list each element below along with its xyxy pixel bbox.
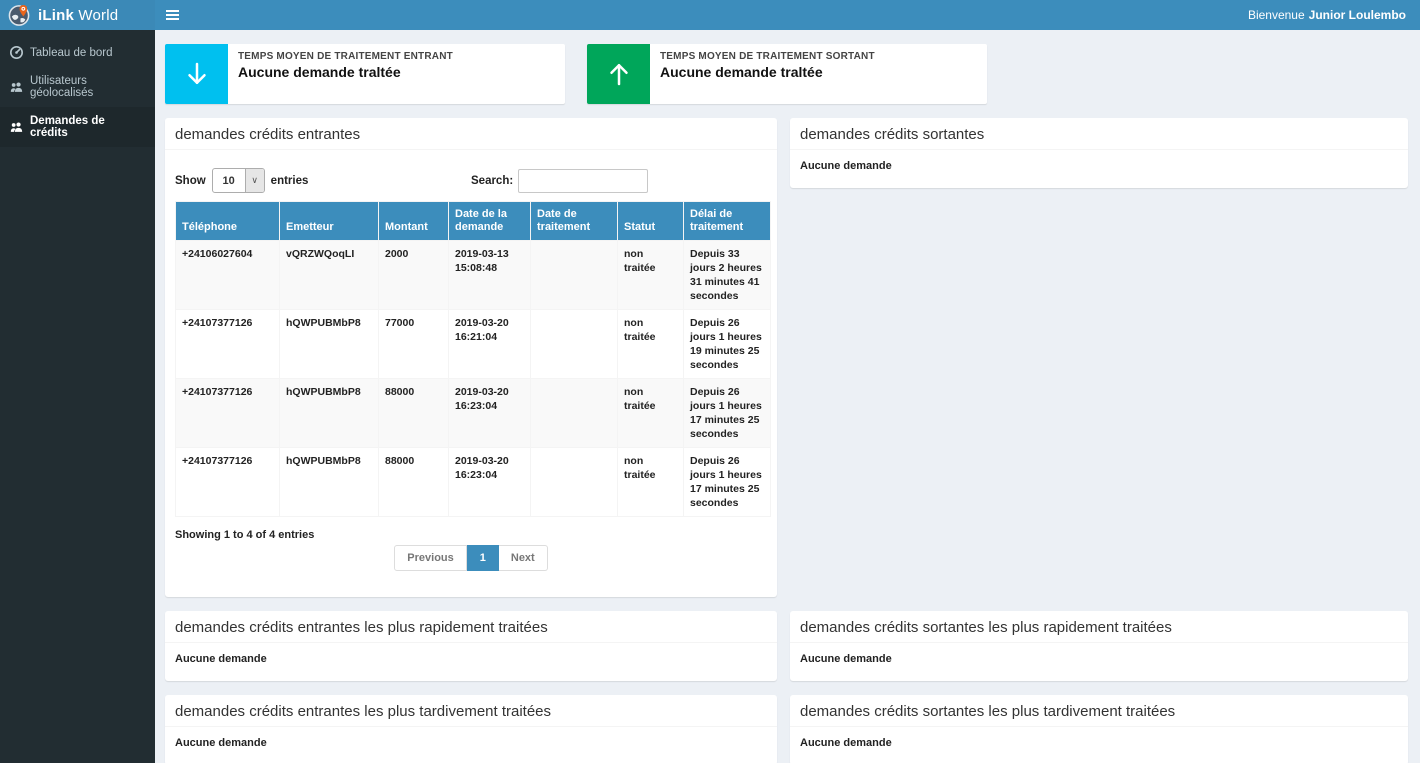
cell-statut: non traitée	[618, 448, 684, 517]
cell-date-demande: 2019-03-20 16:21:04	[449, 310, 531, 379]
cell-delai: Depuis 26 jours 1 heures 17 minutes 25 s…	[684, 448, 771, 517]
cell-emetteur: hQWPUBMbP8	[280, 448, 379, 517]
cell-telephone: +24106027604	[176, 241, 280, 310]
table-row: +24106027604 vQRZWQoqLI 2000 2019-03-13 …	[176, 241, 771, 310]
cell-montant: 88000	[379, 379, 449, 448]
sidebar-item-tableau-de-bord[interactable]: Tableau de bord	[0, 38, 155, 67]
cell-date-demande: 2019-03-20 16:23:04	[449, 379, 531, 448]
arrow-up-icon	[587, 44, 650, 104]
search-label: Search:	[471, 175, 513, 187]
show-label: Show	[175, 175, 206, 187]
pagination: Previous 1 Next	[175, 545, 767, 571]
table-row: +24107377126 hQWPUBMbP8 77000 2019-03-20…	[176, 310, 771, 379]
cell-telephone: +24107377126	[176, 379, 280, 448]
search-input[interactable]	[518, 169, 648, 193]
cell-montant: 88000	[379, 448, 449, 517]
top-navbar: iLink World BienvenueJunior Loulembo	[0, 0, 1420, 30]
cell-telephone: +24107377126	[176, 448, 280, 517]
column-header-delai[interactable]: Délai de traitement	[684, 202, 771, 241]
table-row: +24107377126 hQWPUBMbP8 88000 2019-03-20…	[176, 448, 771, 517]
cell-emetteur: hQWPUBMbP8	[280, 310, 379, 379]
app-title: iLink World	[38, 7, 118, 24]
sidebar-item-label: Utilisateurs géolocalisés	[30, 75, 145, 99]
stat-label: TEMPS MOYEN DE TRAITEMENT SORTANT	[660, 51, 875, 62]
users-icon	[10, 121, 23, 133]
sidebar-toggle-icon[interactable]	[155, 0, 189, 30]
panel-title: demandes crédits sortantes les plus tard…	[790, 695, 1408, 727]
sidebar-item-label: Demandes de crédits	[30, 115, 145, 139]
sidebar-item-label: Tableau de bord	[30, 47, 112, 59]
table-header-row: Téléphone Emetteur Montant Date de la de…	[176, 202, 771, 241]
panel-entrantes-tardivement: demandes crédits entrantes les plus tard…	[165, 695, 777, 763]
cell-date-traitement	[531, 379, 618, 448]
content-area: TEMPS MOYEN DE TRAITEMENT ENTRANT Aucune…	[155, 30, 1420, 763]
table-row: +24107377126 hQWPUBMbP8 88000 2019-03-20…	[176, 379, 771, 448]
stat-label: TEMPS MOYEN DE TRAITEMENT ENTRANT	[238, 51, 453, 62]
panel-title: demandes crédits entrantes les plus tard…	[165, 695, 777, 727]
sidebar-item-demandes-de-credits[interactable]: Demandes de crédits	[0, 107, 155, 147]
empty-message: Aucune demande	[800, 158, 1398, 178]
cell-montant: 2000	[379, 241, 449, 310]
entries-label: entries	[271, 175, 309, 187]
column-header-statut[interactable]: Statut	[618, 202, 684, 241]
dashboard-icon	[10, 46, 23, 59]
page-1-button[interactable]: 1	[467, 545, 499, 571]
sidebar: Tableau de bord Utilisateurs géolocalisé…	[0, 30, 155, 763]
panel-sortantes-rapidement: demandes crédits sortantes les plus rapi…	[790, 611, 1408, 681]
empty-message: Aucune demande	[800, 735, 1398, 755]
cell-date-traitement	[531, 310, 618, 379]
panel-title: demandes crédits entrantes les plus rapi…	[165, 611, 777, 643]
users-icon	[10, 81, 23, 93]
stat-box-entrant: TEMPS MOYEN DE TRAITEMENT ENTRANT Aucune…	[165, 44, 565, 104]
cell-montant: 77000	[379, 310, 449, 379]
empty-message: Aucune demande	[800, 651, 1398, 671]
panel-title: demandes crédits entrantes	[165, 118, 777, 150]
stat-value: Aucune demande traltée	[660, 64, 875, 80]
panel-sortantes-tardivement: demandes crédits sortantes les plus tard…	[790, 695, 1408, 763]
brand-logo-area[interactable]: iLink World	[0, 0, 155, 30]
cell-statut: non traitée	[618, 310, 684, 379]
cell-date-traitement	[531, 241, 618, 310]
column-header-montant[interactable]: Montant	[379, 202, 449, 241]
cell-delai: Depuis 26 jours 1 heures 19 minutes 25 s…	[684, 310, 771, 379]
column-header-date-demande[interactable]: Date de la demande	[449, 202, 531, 241]
chevron-down-icon: ∨	[245, 169, 264, 192]
cell-statut: non traitée	[618, 379, 684, 448]
arrow-down-icon	[165, 44, 228, 104]
page-length-select[interactable]: 10 ∨	[212, 168, 265, 193]
previous-page-button[interactable]: Previous	[394, 545, 466, 571]
cell-statut: non traitée	[618, 241, 684, 310]
cell-telephone: +24107377126	[176, 310, 280, 379]
cell-delai: Depuis 26 jours 1 heures 17 minutes 25 s…	[684, 379, 771, 448]
panel-demandes-entrantes: demandes crédits entrantes Show 10 ∨ ent…	[165, 118, 777, 597]
cell-emetteur: hQWPUBMbP8	[280, 379, 379, 448]
column-header-emetteur[interactable]: Emetteur	[280, 202, 379, 241]
stat-box-sortant: TEMPS MOYEN DE TRAITEMENT SORTANT Aucune…	[587, 44, 987, 104]
demandes-entrantes-table: Téléphone Emetteur Montant Date de la de…	[175, 201, 771, 517]
empty-message: Aucune demande	[175, 651, 767, 671]
cell-date-traitement	[531, 448, 618, 517]
cell-emetteur: vQRZWQoqLI	[280, 241, 379, 310]
empty-message: Aucune demande	[175, 735, 767, 755]
column-header-telephone[interactable]: Téléphone	[176, 202, 280, 241]
app-logo-icon	[8, 4, 31, 27]
cell-date-demande: 2019-03-13 15:08:48	[449, 241, 531, 310]
panel-title: demandes crédits sortantes les plus rapi…	[790, 611, 1408, 643]
stat-value: Aucune demande traltée	[238, 64, 453, 80]
column-header-date-traitement[interactable]: Date de traitement	[531, 202, 618, 241]
welcome-message: BienvenueJunior Loulembo	[1248, 0, 1420, 30]
cell-delai: Depuis 33 jours 2 heures 31 minutes 41 s…	[684, 241, 771, 310]
panel-demandes-sortantes: demandes crédits sortantes Aucune demand…	[790, 118, 1408, 188]
cell-date-demande: 2019-03-20 16:23:04	[449, 448, 531, 517]
panel-entrantes-rapidement: demandes crédits entrantes les plus rapi…	[165, 611, 777, 681]
sidebar-item-utilisateurs-geolocalises[interactable]: Utilisateurs géolocalisés	[0, 67, 155, 107]
next-page-button[interactable]: Next	[499, 545, 548, 571]
panel-title: demandes crédits sortantes	[790, 118, 1408, 150]
table-info: Showing 1 to 4 of 4 entries	[175, 529, 767, 541]
